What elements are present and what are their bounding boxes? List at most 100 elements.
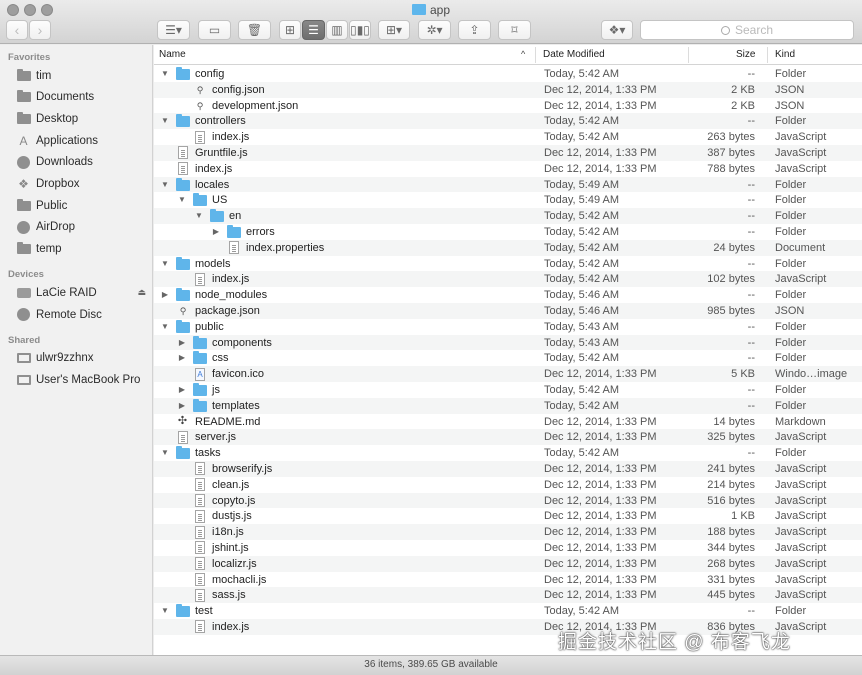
file-kind: Windo…image — [775, 368, 848, 381]
sidebar-item-lacie-raid[interactable]: LaCie RAID ⏏ — [0, 282, 152, 303]
file-name-cell: dustjs.js — [193, 509, 252, 523]
column-header-size[interactable]: Size — [736, 49, 755, 60]
tags-button[interactable]: ⌑ — [498, 20, 531, 40]
sidebar-item-applications[interactable]: A Applications — [0, 130, 152, 151]
disclosure-open-icon[interactable]: ▼ — [161, 258, 169, 269]
disclosure-open-icon[interactable]: ▼ — [195, 210, 203, 221]
sidebar-section-heading: Favorites — [8, 52, 51, 63]
table-row[interactable]: ▼ en Today, 5:42 AM -- Folder — [154, 208, 862, 224]
table-row[interactable]: sass.js Dec 12, 2014, 1:33 PM 445 bytes Jav… — [154, 587, 862, 604]
arrange-button[interactable]: ☰▾ — [157, 20, 190, 40]
back-button[interactable]: ‹ — [6, 20, 28, 40]
disclosure-open-icon[interactable]: ▼ — [161, 447, 169, 458]
disclosure-closed-icon[interactable]: ▶ — [178, 400, 186, 411]
table-row[interactable]: browserify.js Dec 12, 2014, 1:33 PM 241 by… — [154, 460, 862, 477]
table-row[interactable]: index.js Dec 12, 2014, 1:33 PM 788 bytes Ja… — [154, 161, 862, 177]
table-row[interactable]: index.js Today, 5:42 AM 102 bytes JavaScrip… — [154, 271, 862, 288]
table-row[interactable]: localizr.js Dec 12, 2014, 1:33 PM 268 byte… — [154, 555, 862, 572]
disclosure-closed-icon[interactable]: ▶ — [178, 384, 186, 395]
table-row[interactable]: ▼ tasks Today, 5:42 AM -- Folder — [154, 445, 862, 461]
sidebar-item-label: AirDrop — [36, 221, 75, 234]
table-row[interactable]: server.js Dec 12, 2014, 1:33 PM 325 bytes J… — [154, 429, 862, 446]
sidebar-item-tim[interactable]: tim — [0, 65, 152, 86]
disclosure-closed-icon[interactable]: ▶ — [212, 226, 220, 237]
table-row[interactable]: Gruntfile.js Dec 12, 2014, 1:33 PM 387 byt… — [154, 144, 862, 161]
column-divider[interactable] — [688, 47, 689, 63]
search-field[interactable]: Search — [640, 20, 854, 40]
sort-ascending-icon: ^ — [521, 49, 526, 59]
table-row[interactable]: ▶ components Today, 5:43 AM -- Folder — [154, 334, 862, 351]
disclosure-closed-icon[interactable]: ▶ — [178, 337, 186, 348]
sidebar-item-airdrop[interactable]: AirDrop — [0, 217, 152, 238]
column-header-date[interactable]: Date Modified — [543, 49, 605, 60]
disclosure-open-icon[interactable]: ▼ — [161, 68, 169, 79]
search-icon — [720, 25, 730, 35]
table-row[interactable]: copyto.js Dec 12, 2014, 1:33 PM 516 bytes J… — [154, 492, 862, 509]
share-button[interactable]: ⇪ — [458, 20, 491, 40]
column-header-name[interactable]: Name — [159, 49, 186, 60]
disclosure-closed-icon[interactable]: ▶ — [178, 352, 186, 363]
sidebar-item-documents[interactable]: Documents — [0, 87, 152, 108]
table-row[interactable]: ▶ js Today, 5:42 AM -- Folder — [154, 382, 862, 398]
eject-icon[interactable]: ⏏ — [137, 287, 146, 298]
disclosure-open-icon[interactable]: ▼ — [161, 605, 169, 616]
file-kind: Document — [775, 241, 826, 254]
table-row[interactable]: dustjs.js Dec 12, 2014, 1:33 PM 1 KB JavaSc… — [154, 508, 862, 524]
folder-icon — [193, 382, 207, 396]
disclosure-open-icon[interactable]: ▼ — [161, 321, 169, 332]
table-row[interactable]: i18n.js Dec 12, 2014, 1:33 PM 188 bytes Jav… — [154, 524, 862, 540]
table-row[interactable]: ▼ public Today, 5:43 AM -- Folder — [154, 319, 862, 335]
sidebar-item-downloads[interactable]: Downloads — [0, 152, 152, 173]
column-divider[interactable] — [767, 47, 768, 63]
table-row[interactable]: ⚲ package.json Today, 5:46 AM 985 bytes JSON — [154, 302, 862, 319]
table-row[interactable]: ▶ css Today, 5:42 AM -- Folder — [154, 350, 862, 366]
table-row[interactable]: ▼ controllers Today, 5:42 AM -- Folder — [154, 113, 862, 130]
table-row[interactable]: ▼ US Today, 5:49 AM -- Folder — [154, 192, 862, 208]
table-row[interactable]: ▶ node_modules Today, 5:46 AM -- Folder — [154, 287, 862, 303]
file-date: Dec 12, 2014, 1:33 PM — [544, 589, 657, 602]
table-row[interactable]: ▶ errors Today, 5:42 AM -- Folder — [154, 224, 862, 240]
column-divider[interactable] — [535, 47, 536, 63]
disclosure-closed-icon[interactable]: ▶ — [161, 289, 169, 300]
sidebar-item-public[interactable]: Public — [0, 195, 152, 216]
sidebar-item-ulwr9zzhnx[interactable]: ulwr9zzhnx — [0, 348, 152, 369]
table-row[interactable]: index.properties Today, 5:42 AM 24 bytes Do… — [154, 239, 862, 256]
sidebar-item-desktop[interactable]: Desktop — [0, 108, 152, 129]
list-view-button[interactable]: ☰ — [302, 20, 325, 40]
cover-flow-icon: ▯▮▯ — [350, 23, 370, 37]
table-row[interactable]: Afavicon.ico Dec 12, 2014, 1:33 PM 5 KB Win… — [154, 366, 862, 382]
delete-button[interactable]: 🗑 — [238, 20, 271, 40]
file-kind: JavaScript — [775, 273, 827, 286]
disclosure-open-icon[interactable]: ▼ — [161, 115, 169, 126]
action-button[interactable]: ✲▾ — [418, 20, 451, 40]
cover-flow-button[interactable]: ▯▮▯ — [349, 20, 371, 40]
sidebar-item-user-s-macbook-pro[interactable]: User's MacBook Pro — [0, 369, 152, 390]
table-row[interactable]: ▼ models Today, 5:42 AM -- Folder — [154, 256, 862, 272]
table-row[interactable]: ▶ templates Today, 5:42 AM -- Folder — [154, 397, 862, 414]
file-name: copyto.js — [212, 494, 256, 507]
table-row[interactable]: clean.js Dec 12, 2014, 1:33 PM 214 bytes Ja… — [154, 477, 862, 493]
file-size: 24 bytes — [713, 241, 755, 254]
dropbox-button[interactable]: ❖▾ — [601, 20, 633, 40]
column-header-kind[interactable]: Kind — [775, 49, 795, 60]
table-row[interactable]: ✣ README.md Dec 12, 2014, 1:33 PM 14 bytes M… — [154, 414, 862, 430]
table-row[interactable]: ⚲ config.json Dec 12, 2014, 1:33 PM 2 KB JSO… — [154, 81, 862, 98]
table-row[interactable]: ⚲ development.json Dec 12, 2014, 1:33 PM 2 … — [154, 98, 862, 114]
sidebar-item-dropbox[interactable]: ❖ Dropbox — [0, 174, 152, 195]
table-row[interactable]: mochacli.js Dec 12, 2014, 1:33 PM 331 byte… — [154, 572, 862, 588]
disclosure-open-icon[interactable]: ▼ — [161, 179, 169, 190]
table-row[interactable]: index.js Today, 5:42 AM 263 bytes JavaScrip… — [154, 129, 862, 145]
table-row[interactable]: ▼ locales Today, 5:49 AM -- Folder — [154, 176, 862, 193]
table-row[interactable]: jshint.js Dec 12, 2014, 1:33 PM 344 bytes J… — [154, 540, 862, 556]
table-row[interactable]: ▼ test Today, 5:42 AM -- Folder — [154, 603, 862, 619]
forward-button[interactable]: › — [29, 20, 51, 40]
column-view-button[interactable]: ▥ — [326, 20, 348, 40]
sidebar-item-temp[interactable]: temp — [0, 239, 152, 260]
sidebar-item-remote-disc[interactable]: Remote Disc — [0, 304, 152, 325]
file-name-cell: en — [210, 209, 241, 223]
table-row[interactable]: ▼ config Today, 5:42 AM -- Folder — [154, 66, 862, 82]
icon-view-button[interactable]: ⊞ — [279, 20, 301, 40]
new-folder-button[interactable]: ▭ — [198, 20, 231, 40]
disclosure-open-icon[interactable]: ▼ — [178, 194, 186, 205]
group-button[interactable]: ⊞▾ — [378, 20, 410, 40]
